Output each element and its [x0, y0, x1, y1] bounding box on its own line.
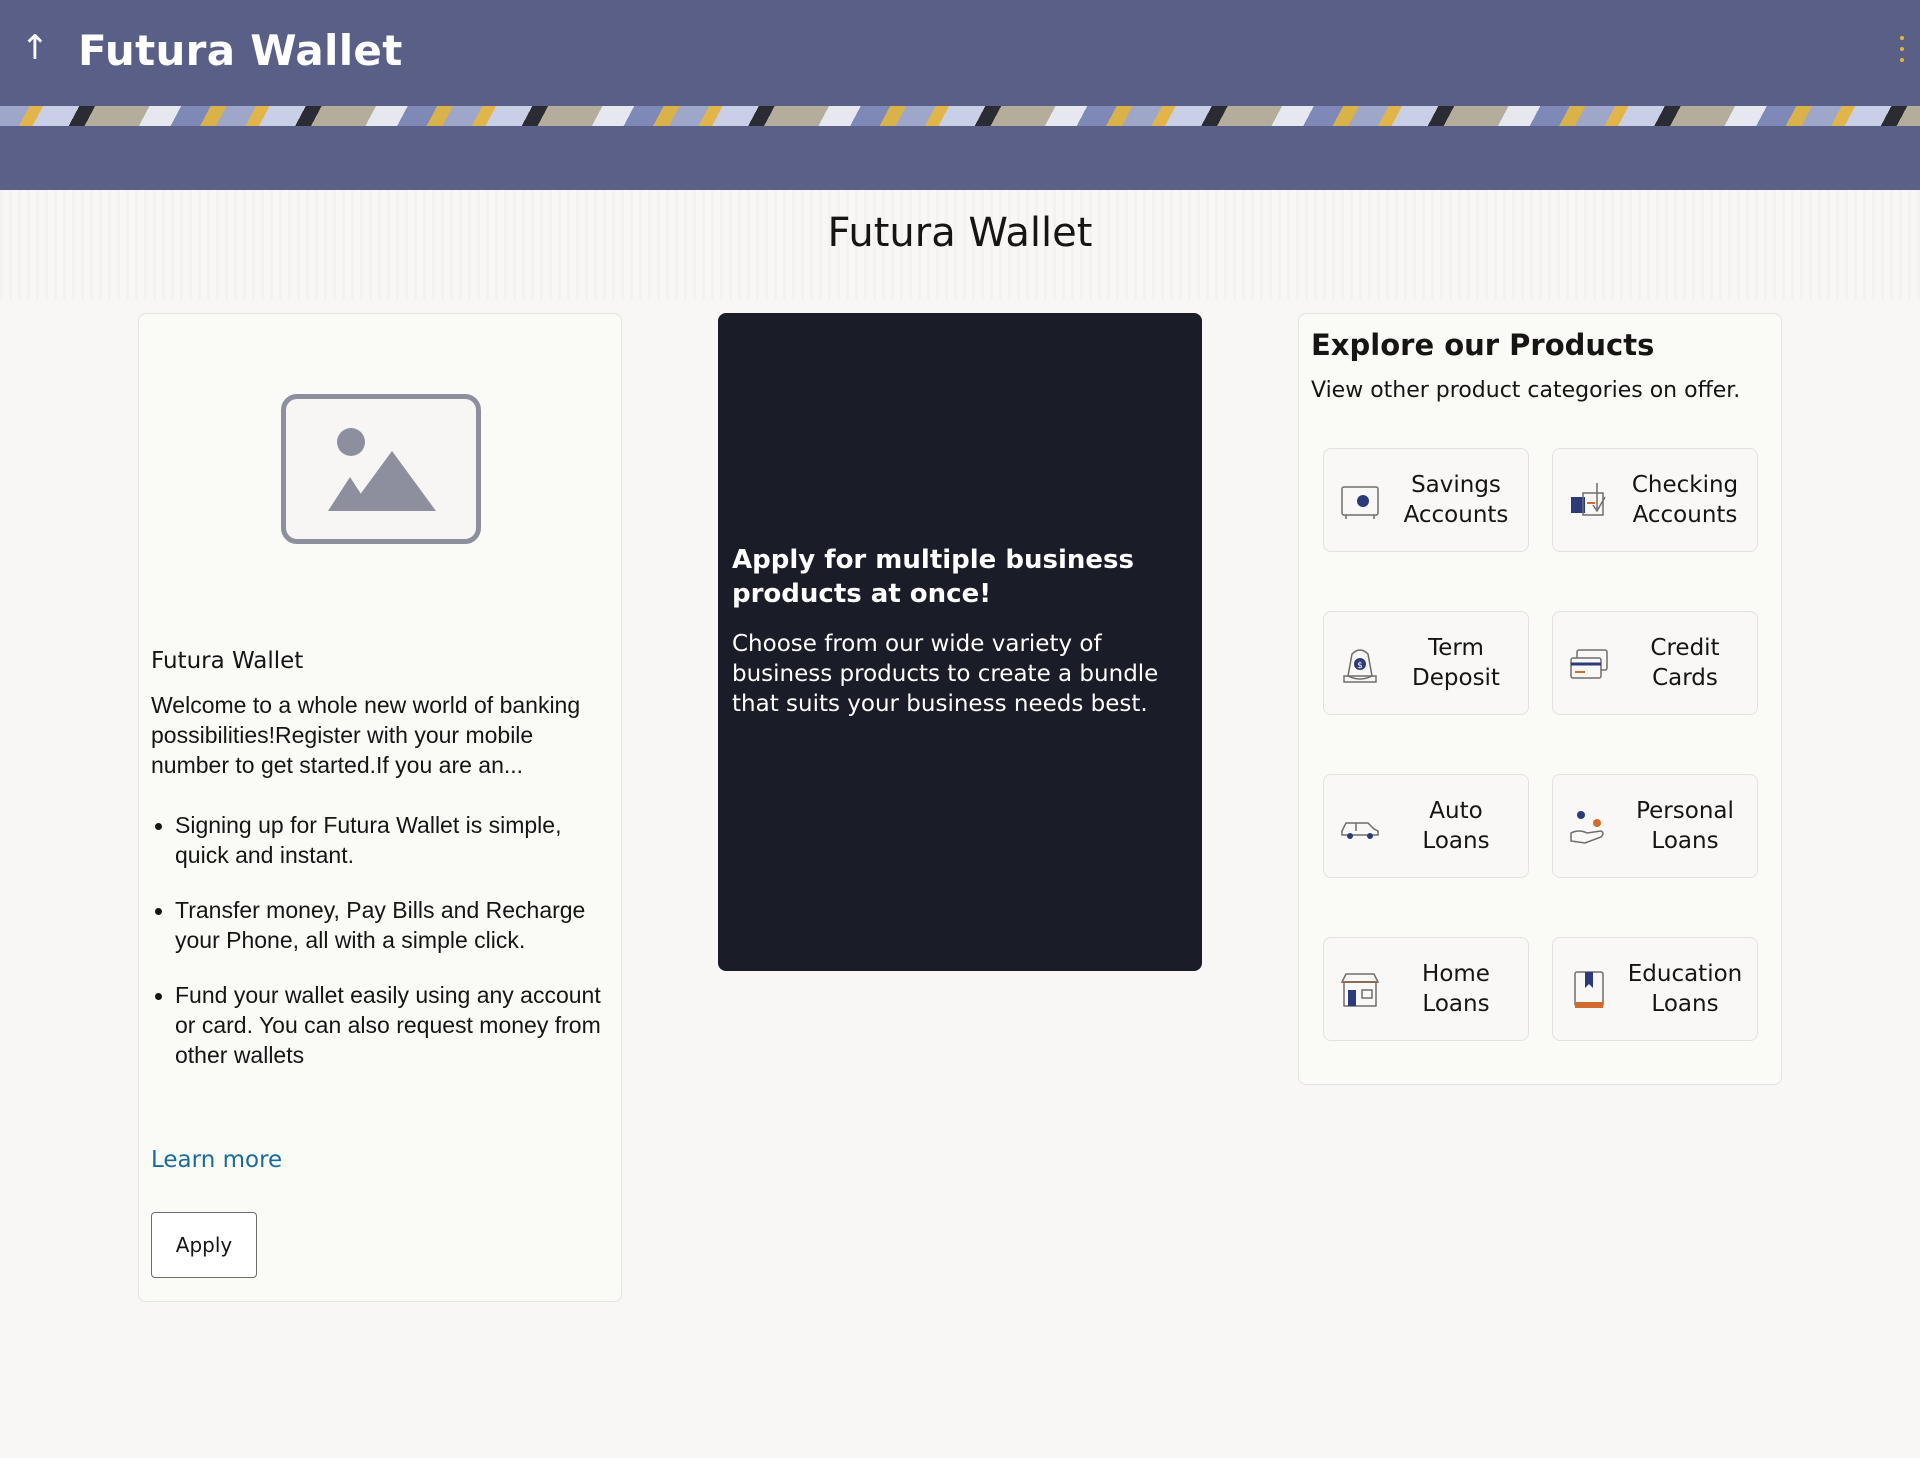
feature-list-item: Fund your wallet easily using any accoun… [151, 980, 611, 1070]
feature-list-item: Signing up for Futura Wallet is simple, … [151, 810, 611, 870]
promo-description: Choose from our wide variety of business… [732, 631, 1159, 717]
savings-icon [1341, 486, 1379, 519]
apply-button[interactable]: Apply [151, 1212, 257, 1278]
tile-label: Checking Accounts [1631, 472, 1739, 528]
app-header: ↑ Futura Wallet [0, 0, 1920, 190]
tile-label: Auto Loans [1422, 798, 1490, 854]
header-bar: ↑ Futura Wallet [0, 0, 1920, 106]
product-tile-credit-cards[interactable]: Credit Cards [1552, 611, 1758, 715]
svg-text:$: $ [1357, 661, 1363, 671]
product-tile-savings-accounts[interactable]: Savings Accounts [1323, 448, 1529, 552]
product-card-description: Welcome to a whole new world of banking … [151, 692, 581, 778]
back-arrow-button[interactable]: ↑ [18, 28, 52, 68]
checking-icon [1571, 483, 1606, 516]
image-placeholder-icon [281, 394, 481, 544]
business-bundle-promo-card[interactable]: Apply for multiple business products at … [718, 313, 1202, 971]
product-card-heading: Futura Wallet [151, 648, 304, 674]
feature-list: Signing up for Futura Wallet is simple, … [151, 810, 611, 1095]
header-lower-band [0, 126, 1920, 190]
car-icon [1341, 822, 1379, 839]
product-tile-education-loans[interactable]: Education Loans [1552, 937, 1758, 1041]
product-tile-term-deposit[interactable]: $ Term Deposit [1323, 611, 1529, 715]
credit-card-icon [1570, 649, 1608, 679]
tile-label: Home Loans [1422, 961, 1490, 1017]
page-title: Futura Wallet [827, 210, 1093, 256]
explore-products-card: Explore our Products View other product … [1298, 313, 1782, 1085]
decorative-pattern-strip [0, 106, 1920, 126]
product-tile-home-loans[interactable]: Home Loans [1323, 937, 1529, 1041]
personal-loan-icon [1570, 811, 1604, 844]
promo-title: Apply for multiple business products at … [732, 545, 1134, 609]
product-tile-auto-loans[interactable]: Auto Loans [1323, 774, 1529, 878]
learn-more-link[interactable]: Learn more [151, 1147, 282, 1173]
term-deposit-icon: $ [1343, 649, 1377, 683]
wallet-product-card: Futura Wallet Welcome to a whole new wor… [138, 313, 622, 1302]
tile-label: Education Loans [1627, 961, 1743, 1017]
tile-label: Savings Accounts [1403, 472, 1509, 528]
feature-list-item: Transfer money, Pay Bills and Recharge y… [151, 895, 611, 955]
app-title: Futura Wallet [78, 26, 403, 75]
products-subtitle: View other product categories on offer. [1311, 378, 1741, 403]
products-title: Explore our Products [1311, 328, 1655, 362]
tile-label: Personal Loans [1636, 798, 1734, 854]
tile-label: Credit Cards [1650, 635, 1720, 691]
product-tile-personal-loans[interactable]: Personal Loans [1552, 774, 1758, 878]
home-icon [1340, 973, 1380, 1007]
product-tile-checking-accounts[interactable]: Checking Accounts [1552, 448, 1758, 552]
book-icon [1574, 971, 1604, 1008]
tile-label: Term Deposit [1412, 635, 1500, 691]
kebab-menu-icon[interactable] [1896, 36, 1908, 62]
